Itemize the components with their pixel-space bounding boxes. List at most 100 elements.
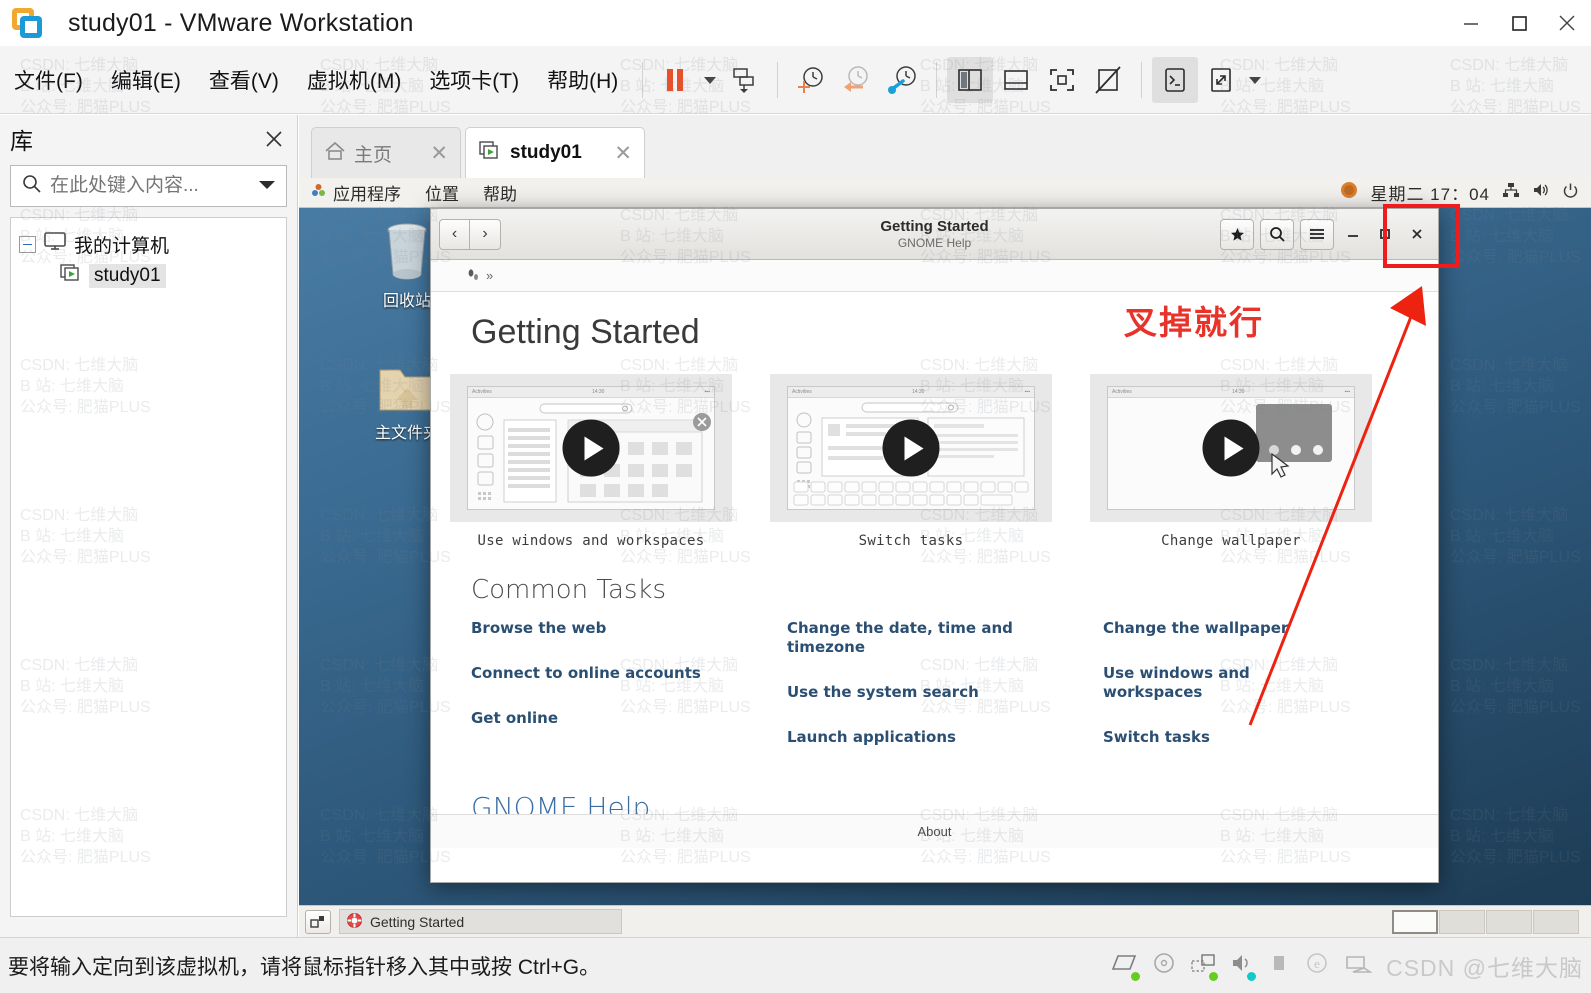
workspace-switcher[interactable]: [1392, 909, 1585, 934]
close-icon[interactable]: ✕: [614, 141, 632, 166]
printer-icon[interactable]: e: [1304, 952, 1330, 979]
usb-icon[interactable]: [1268, 952, 1290, 979]
minimize-icon[interactable]: [1340, 219, 1366, 250]
link-use-the-system-search[interactable]: Use the system search: [787, 683, 1037, 702]
library-search-box[interactable]: [10, 165, 287, 207]
hamburger-menu-icon[interactable]: [1300, 218, 1334, 250]
menu-vm[interactable]: 虚拟机(M): [293, 65, 415, 95]
search-icon: [21, 173, 42, 199]
chevron-right-icon[interactable]: ›: [470, 218, 501, 250]
stretch-icon[interactable]: [1198, 57, 1244, 103]
video-card-switch-tasks[interactable]: Activities 14:30 ▪▪▪ Switch tasks: [751, 374, 1071, 549]
volume-icon[interactable]: [1532, 182, 1550, 203]
chevron-down-icon[interactable]: [258, 177, 276, 195]
toolbar-separator: [777, 61, 779, 98]
snapshot-manage-icon[interactable]: [721, 57, 767, 103]
video-thumbnail[interactable]: Activities 14:30 ▪▪▪: [450, 374, 732, 522]
suspend-icon[interactable]: [653, 57, 699, 103]
network-adapter-icon[interactable]: [1190, 952, 1219, 981]
power-dropdown-caret-icon[interactable]: [699, 57, 721, 103]
close-icon[interactable]: ✕: [430, 141, 448, 166]
window-title: study01 - VMware Workstation: [68, 8, 414, 37]
link-browse-the-web[interactable]: Browse the web: [471, 619, 721, 638]
taskbar-window-label: Getting Started: [370, 913, 465, 930]
minimize-icon[interactable]: [1447, 0, 1495, 46]
menu-help[interactable]: 帮助(H): [533, 65, 632, 95]
search-input[interactable]: [50, 175, 225, 197]
gnome-panel-tray: 星期二 17：04: [1340, 180, 1591, 205]
chevron-left-icon[interactable]: ‹: [439, 218, 470, 250]
gnome-help-menu[interactable]: 帮助: [471, 180, 529, 205]
mockup-titlebar: Activities 14:30 ▪▪▪: [788, 387, 1034, 398]
link-launch-applications[interactable]: Launch applications: [787, 728, 1037, 747]
sound-card-icon[interactable]: [1230, 952, 1257, 981]
link-change-date-time-timezone[interactable]: Change the date, time and timezone: [787, 619, 1037, 657]
tab-study01[interactable]: study01 ✕: [465, 127, 645, 178]
menubar: 文件(F) 编辑(E) 查看(V) 虚拟机(M) 选项卡(T) 帮助(H): [0, 46, 1591, 114]
hard-disk-icon[interactable]: [1110, 952, 1141, 981]
play-icon[interactable]: [882, 419, 940, 477]
display-icon[interactable]: [1344, 952, 1373, 979]
vm-icon: [59, 263, 83, 289]
show-thumbnail-bar-icon[interactable]: [993, 57, 1039, 103]
csdn-watermark: CSDN @七维大脑: [1386, 954, 1583, 981]
mockup-clock: 14:30: [911, 389, 925, 395]
take-snapshot-icon[interactable]: [788, 57, 834, 103]
video-card-windows-workspaces[interactable]: Activities 14:30 ▪▪▪ Use windows and wor…: [431, 374, 751, 549]
tab-home[interactable]: 主页 ✕: [311, 127, 461, 178]
mockup-clock: 14:30: [591, 389, 605, 395]
play-icon[interactable]: [562, 419, 620, 477]
close-icon[interactable]: [1543, 0, 1591, 46]
cd-dvd-icon[interactable]: [1152, 952, 1176, 979]
window-controls: [1447, 0, 1591, 46]
video-caption: Use windows and workspaces: [477, 533, 705, 549]
tree-node-my-computer[interactable]: 我的计算机: [11, 228, 286, 260]
workspace-cell-3[interactable]: [1486, 909, 1532, 934]
menu-file[interactable]: 文件(F): [0, 65, 97, 95]
gnome-applications-menu[interactable]: 应用程序: [299, 180, 413, 205]
close-icon[interactable]: [261, 126, 287, 152]
common-tasks-column: Change the date, time and timezone Use t…: [787, 619, 1103, 773]
user-avatar-icon[interactable]: [1340, 181, 1358, 204]
video-thumbnail[interactable]: Activities 14:30 ▪▪▪: [770, 374, 1052, 522]
workspace-cell-2[interactable]: [1439, 909, 1485, 934]
tab-strip: 主页 ✕ study01 ✕: [299, 115, 1591, 178]
console-icon[interactable]: [1152, 56, 1199, 103]
power-icon[interactable]: [1562, 182, 1579, 204]
tab-label: 主页: [354, 144, 393, 166]
link-connect-to-online-accounts[interactable]: Connect to online accounts: [471, 664, 721, 683]
menu-view[interactable]: 查看(V): [195, 65, 293, 95]
unity-mode-icon[interactable]: [1085, 57, 1131, 103]
help-nav-group: ‹ ›: [439, 218, 501, 250]
breadcrumb-more[interactable]: »: [486, 268, 493, 283]
menu-edit[interactable]: 编辑(E): [97, 65, 195, 95]
mockup-left-label: Activities: [792, 389, 812, 395]
revert-snapshot-icon[interactable]: [834, 57, 880, 103]
status-message: 要将输入定向到该虚拟机，请将鼠标指针移入其中或按 Ctrl+G。: [8, 955, 601, 979]
status-device-icons: e CSDN @七维大脑: [1110, 949, 1591, 983]
vmware-workstation-window: study01 - VMware Workstation 文件(F) 编辑(E)…: [0, 0, 1591, 993]
snapshot-manager-icon[interactable]: [880, 57, 926, 103]
stretch-dropdown-caret-icon[interactable]: [1244, 57, 1266, 103]
taskbar-window-getting-started[interactable]: Getting Started: [339, 909, 622, 934]
workspace-cell-1[interactable]: [1392, 909, 1438, 934]
workspace-cell-4[interactable]: [1533, 909, 1579, 934]
maximize-icon[interactable]: [1495, 0, 1543, 46]
search-icon[interactable]: [1260, 218, 1294, 250]
show-library-icon[interactable]: [947, 56, 994, 103]
gnome-places-menu[interactable]: 位置: [413, 180, 471, 205]
tree-node-study01[interactable]: study01: [11, 260, 286, 292]
network-icon[interactable]: [1502, 182, 1520, 203]
help-label: 帮助: [483, 185, 517, 204]
collapse-icon[interactable]: [19, 235, 36, 253]
tab-label: study01: [510, 142, 582, 163]
menu-tabs[interactable]: 选项卡(T): [415, 65, 533, 95]
link-get-online[interactable]: Get online: [471, 709, 721, 728]
fullscreen-icon[interactable]: [1039, 57, 1085, 103]
panel-clock[interactable]: 星期二 17：04: [1370, 180, 1490, 205]
star-icon[interactable]: [1220, 218, 1254, 250]
about-link[interactable]: About: [918, 824, 952, 839]
library-title: 库: [10, 128, 33, 154]
mockup-tray: ▪▪▪: [1024, 389, 1030, 395]
workspace-switcher-icon[interactable]: [305, 909, 331, 934]
